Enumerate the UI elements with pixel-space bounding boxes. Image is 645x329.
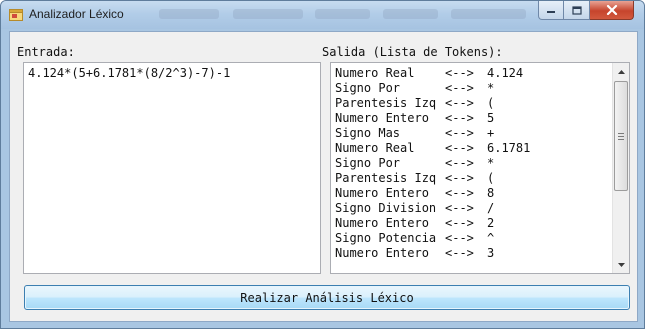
input-textbox[interactable]: 4.124*(5+6.1781*(8/2^3)-7)-1 <box>23 62 321 274</box>
token-lexeme: 5 <box>487 111 495 125</box>
token-row: Numero Entero <--> 8 <box>335 186 605 201</box>
token-row: Signo Potencia <--> ^ <box>335 231 605 246</box>
token-arrow: <--> <box>445 246 474 260</box>
token-arrow: <--> <box>445 231 474 245</box>
maximize-button[interactable] <box>564 1 590 20</box>
token-arrow: <--> <box>445 186 474 200</box>
minimize-button[interactable] <box>538 1 564 20</box>
token-type: Signo Division <box>335 201 437 215</box>
output-label: Salida (Lista de Tokens): <box>322 45 503 59</box>
token-type: Signo Por <box>335 81 401 95</box>
token-lexeme: * <box>487 156 495 170</box>
token-lexeme: ( <box>487 96 495 110</box>
token-type: Signo Por <box>335 156 401 170</box>
token-row: Numero Entero <--> 5 <box>335 111 605 126</box>
token-type: Parentesis Izq <box>335 96 437 110</box>
token-row: Signo Mas <--> + <box>335 126 605 141</box>
vertical-scrollbar[interactable] <box>612 63 629 273</box>
token-row: Signo Por <--> * <box>335 81 605 96</box>
form-icon <box>9 9 23 21</box>
chevron-up-icon <box>617 69 625 74</box>
token-type: Numero Entero <box>335 216 429 230</box>
token-row: Signo Division <--> / <box>335 201 605 216</box>
chevron-down-icon <box>617 262 625 267</box>
token-type: Numero Entero <box>335 186 429 200</box>
background-window-blur <box>383 9 438 19</box>
form-client-area: Entrada: Salida (Lista de Tokens): 4.124… <box>9 31 638 322</box>
input-text: 4.124*(5+6.1781*(8/2^3)-7)-1 <box>28 66 231 80</box>
close-icon <box>606 5 617 15</box>
token-lexeme: * <box>487 81 495 95</box>
token-row: Parentesis Izq <--> ( <box>335 171 605 186</box>
token-type: Signo Potencia <box>335 231 437 245</box>
background-window-blur <box>159 9 219 19</box>
scroll-up-button[interactable] <box>613 63 629 80</box>
token-arrow: <--> <box>445 111 474 125</box>
token-arrow: <--> <box>445 156 474 170</box>
close-button[interactable] <box>590 1 634 20</box>
scroll-down-button[interactable] <box>613 256 629 273</box>
token-lexeme: ( <box>487 171 495 185</box>
token-lexeme: 2 <box>487 216 495 230</box>
token-lexeme: 3 <box>487 246 495 260</box>
token-type: Numero Entero <box>335 246 429 260</box>
token-type: Signo Mas <box>335 126 401 140</box>
background-window-blur <box>315 9 370 19</box>
token-row: Numero Real <--> 6.1781 <box>335 141 605 156</box>
token-row: Numero Real <--> 4.124 <box>335 66 605 81</box>
title-bar[interactable]: Analizador Léxico <box>1 1 644 29</box>
input-label: Entrada: <box>17 45 75 59</box>
token-row: Parentesis Izq <--> ( <box>335 96 605 111</box>
token-lexeme: + <box>487 126 495 140</box>
token-arrow: <--> <box>445 126 474 140</box>
analyze-button[interactable]: Realizar Análisis Léxico <box>24 285 630 310</box>
token-lexeme: 6.1781 <box>487 141 531 155</box>
token-arrow: <--> <box>445 141 474 155</box>
background-window-blur <box>233 9 303 19</box>
token-arrow: <--> <box>445 96 474 110</box>
minimize-icon <box>547 11 555 13</box>
token-arrow: <--> <box>445 66 474 80</box>
token-row: Numero Entero <--> 2 <box>335 216 605 231</box>
app-window: Analizador Léxico Entrada: Salida (Lista… <box>0 0 645 329</box>
token-type: Numero Real <box>335 141 415 155</box>
token-type: Parentesis Izq <box>335 171 437 185</box>
token-output-textbox[interactable]: Numero Real <--> 4.124 Signo Por <--> * … <box>330 62 630 274</box>
token-row: Numero Entero <--> 3 <box>335 246 605 261</box>
token-type: Numero Real <box>335 66 415 80</box>
token-list: Numero Real <--> 4.124 Signo Por <--> * … <box>335 66 605 261</box>
token-arrow: <--> <box>445 171 474 185</box>
token-arrow: <--> <box>445 201 474 215</box>
token-row: Signo Por <--> * <box>335 156 605 171</box>
background-window-blur <box>451 9 526 19</box>
token-lexeme: ^ <box>487 231 495 245</box>
token-arrow: <--> <box>445 216 474 230</box>
token-lexeme: 8 <box>487 186 495 200</box>
token-type: Numero Entero <box>335 111 429 125</box>
token-lexeme: 4.124 <box>487 66 524 80</box>
maximize-icon <box>571 5 582 15</box>
scrollbar-thumb[interactable] <box>614 81 628 191</box>
token-arrow: <--> <box>445 81 474 95</box>
grip-icon <box>618 132 624 140</box>
token-lexeme: / <box>487 201 495 215</box>
window-title: Analizador Léxico <box>29 7 124 21</box>
